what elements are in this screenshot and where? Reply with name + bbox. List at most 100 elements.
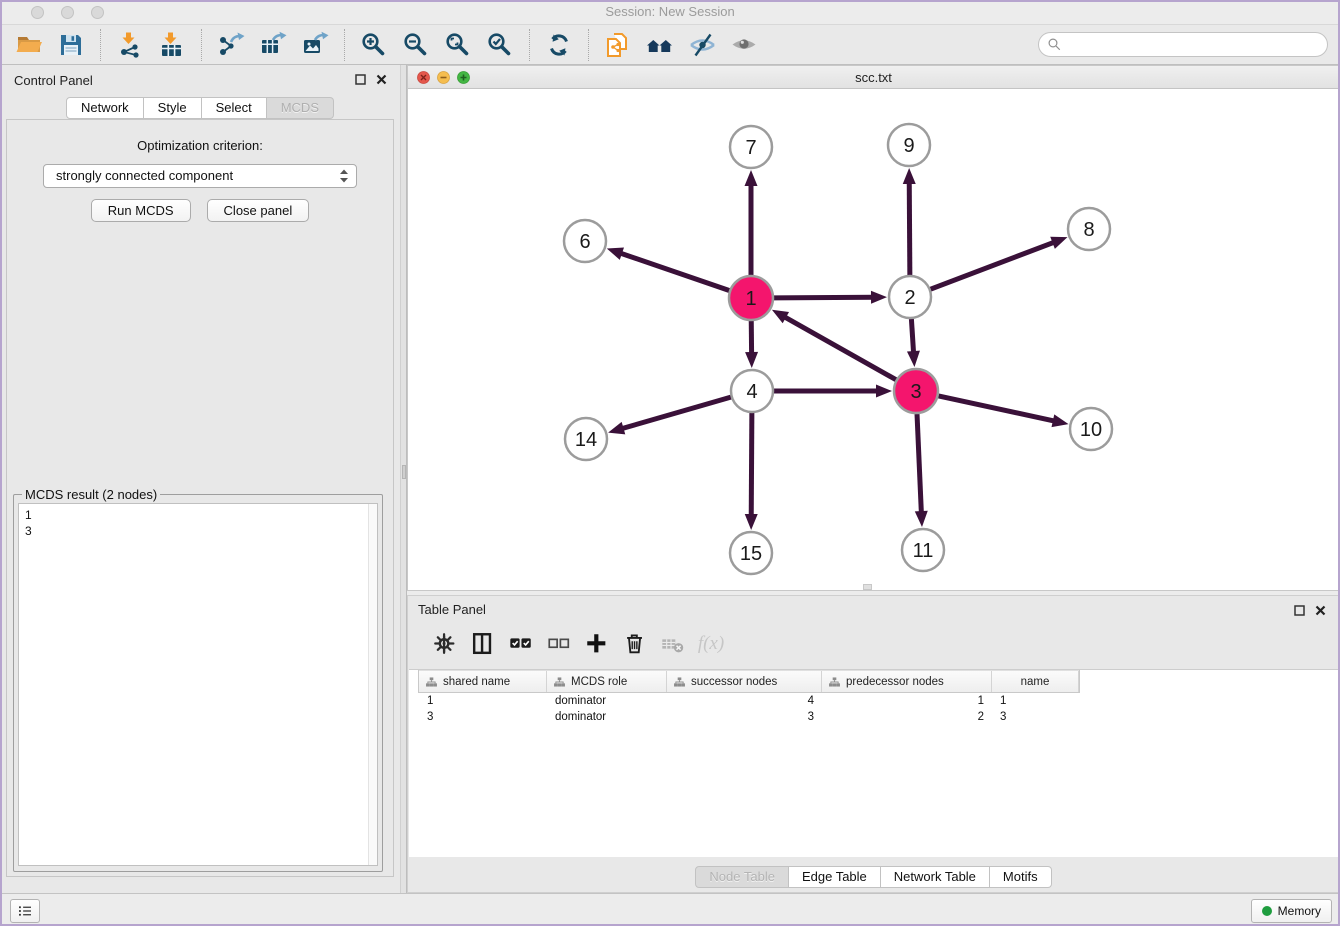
- first-neighbors-icon: [646, 31, 674, 59]
- show-all-columns-icon: [508, 631, 534, 657]
- column-hierarchy-icon: [426, 677, 437, 687]
- table-cell[interactable]: dominator: [547, 709, 667, 725]
- function-builder-button: f(x): [696, 629, 726, 659]
- optimization-criterion-dropdown[interactable]: strongly connected component: [43, 164, 357, 188]
- new-network-from-selection-button[interactable]: [603, 30, 633, 60]
- show-all-button[interactable]: [729, 30, 759, 60]
- memory-status-icon: [1262, 906, 1272, 916]
- graph-edge-2-8[interactable]: [931, 241, 1057, 289]
- open-session-button[interactable]: [14, 30, 44, 60]
- table-cell[interactable]: dominator: [547, 693, 667, 709]
- control-panel-tabs: NetworkStyleSelectMCDS: [0, 97, 400, 119]
- close-panel-icon[interactable]: [375, 73, 388, 86]
- splitter-handle-icon[interactable]: [402, 465, 406, 479]
- add-column-button[interactable]: [582, 629, 612, 659]
- table-cell[interactable]: 1: [822, 693, 992, 709]
- refresh-layout-button[interactable]: [544, 30, 574, 60]
- tab-network[interactable]: Network: [66, 97, 144, 119]
- graph-edge-1-2[interactable]: [774, 297, 875, 298]
- graph-node-label: 2: [904, 287, 915, 309]
- table-row[interactable]: 3dominator323: [419, 709, 1079, 725]
- search-icon: [1047, 37, 1062, 52]
- table-cell[interactable]: 1: [992, 693, 1079, 709]
- network-canvas[interactable]: 7968124314101511: [408, 89, 1339, 590]
- graph-edge-3-1[interactable]: [782, 316, 896, 380]
- result-scrollbar[interactable]: [368, 504, 377, 865]
- tab-mcds[interactable]: MCDS: [267, 97, 334, 119]
- graph-edge-3-11[interactable]: [917, 414, 921, 515]
- search-field[interactable]: [1038, 32, 1328, 57]
- task-history-button[interactable]: [10, 899, 40, 923]
- close-table-panel-icon[interactable]: [1314, 604, 1327, 617]
- import-network-button[interactable]: [115, 30, 145, 60]
- column-settings-button[interactable]: [430, 629, 460, 659]
- mcds-panel: Optimization criterion: strongly connect…: [6, 119, 394, 877]
- column-header-name[interactable]: name: [992, 671, 1079, 692]
- tab-style[interactable]: Style: [144, 97, 202, 119]
- run-mcds-button[interactable]: Run MCDS: [91, 199, 191, 222]
- hide-all-columns-button[interactable]: [544, 629, 574, 659]
- float-panel-icon[interactable]: [354, 73, 367, 86]
- column-header-MCDS-role[interactable]: MCDS role: [547, 671, 667, 692]
- tab-select[interactable]: Select: [202, 97, 267, 119]
- graph-edge-4-14[interactable]: [620, 397, 731, 429]
- tab-network-table[interactable]: Network Table: [881, 866, 990, 888]
- tab-node-table[interactable]: Node Table: [695, 866, 789, 888]
- zoom-selected-button[interactable]: [485, 30, 515, 60]
- table-cell[interactable]: 1: [419, 693, 547, 709]
- column-label: shared name: [443, 676, 510, 688]
- graph-edge-3-10[interactable]: [938, 396, 1056, 422]
- float-table-panel-icon[interactable]: [1293, 604, 1306, 617]
- table-cell[interactable]: 3: [992, 709, 1079, 725]
- tab-motifs[interactable]: Motifs: [990, 866, 1052, 888]
- column-header-shared-name[interactable]: shared name: [419, 671, 547, 692]
- first-neighbors-button[interactable]: [645, 30, 675, 60]
- graph-edge-2-3[interactable]: [911, 319, 913, 355]
- graph-edge-2-9[interactable]: [909, 180, 910, 275]
- memory-button[interactable]: Memory: [1251, 899, 1332, 923]
- network-window-titlebar[interactable]: scc.txt: [408, 66, 1339, 89]
- table-body: 1dominator4113dominator323: [409, 693, 1338, 725]
- mcds-result-groupbox: MCDS result (2 nodes) 13: [13, 494, 383, 872]
- export-table-button[interactable]: [258, 30, 288, 60]
- table-header-row: shared name MCDS role successor nodesprede…: [419, 670, 1079, 693]
- function-builder-icon: f(x): [698, 633, 724, 655]
- zoom-in-button[interactable]: [359, 30, 389, 60]
- graph-node-label: 6: [579, 231, 590, 253]
- split-columns-button[interactable]: [468, 629, 498, 659]
- column-label: MCDS role: [571, 676, 627, 688]
- zoom-fit-button[interactable]: [443, 30, 473, 60]
- save-session-button[interactable]: [56, 30, 86, 60]
- open-session-icon: [15, 31, 43, 59]
- panel-splitter[interactable]: [400, 65, 407, 893]
- export-network-button[interactable]: [216, 30, 246, 60]
- canvas-resize-handle[interactable]: [863, 584, 872, 590]
- mcds-result-text[interactable]: 13: [18, 503, 378, 866]
- column-header-predecessor-nodes[interactable]: predecessor nodes: [822, 671, 992, 692]
- import-table-button[interactable]: [157, 30, 187, 60]
- search-input[interactable]: [1066, 38, 1327, 52]
- export-image-icon: [301, 31, 329, 59]
- table-tabs: Node TableEdge TableNetwork TableMotifs: [408, 866, 1339, 888]
- table-cell[interactable]: 4: [667, 693, 822, 709]
- table-row[interactable]: 1dominator411: [419, 693, 1079, 709]
- graph-node-label: 11: [913, 540, 934, 562]
- table-cell[interactable]: 2: [822, 709, 992, 725]
- column-hierarchy-icon: [829, 677, 840, 687]
- node-table: shared name MCDS role successor nodesprede…: [409, 669, 1338, 857]
- dropdown-stepper-icon: [337, 168, 351, 184]
- table-cell[interactable]: 3: [419, 709, 547, 725]
- export-image-button[interactable]: [300, 30, 330, 60]
- show-all-columns-button[interactable]: [506, 629, 536, 659]
- graph-edge-arrow: [871, 291, 887, 304]
- zoom-out-button[interactable]: [401, 30, 431, 60]
- close-panel-button[interactable]: Close panel: [207, 199, 310, 222]
- graph-edge-1-6[interactable]: [618, 252, 729, 290]
- hide-selected-button[interactable]: [687, 30, 717, 60]
- delete-column-button[interactable]: [620, 629, 650, 659]
- mcds-result-title: MCDS result (2 nodes): [22, 487, 160, 502]
- tab-edge-table[interactable]: Edge Table: [789, 866, 881, 888]
- graph-edge-4-15[interactable]: [751, 413, 752, 518]
- table-cell[interactable]: 3: [667, 709, 822, 725]
- column-header-successor-nodes[interactable]: successor nodes: [667, 671, 822, 692]
